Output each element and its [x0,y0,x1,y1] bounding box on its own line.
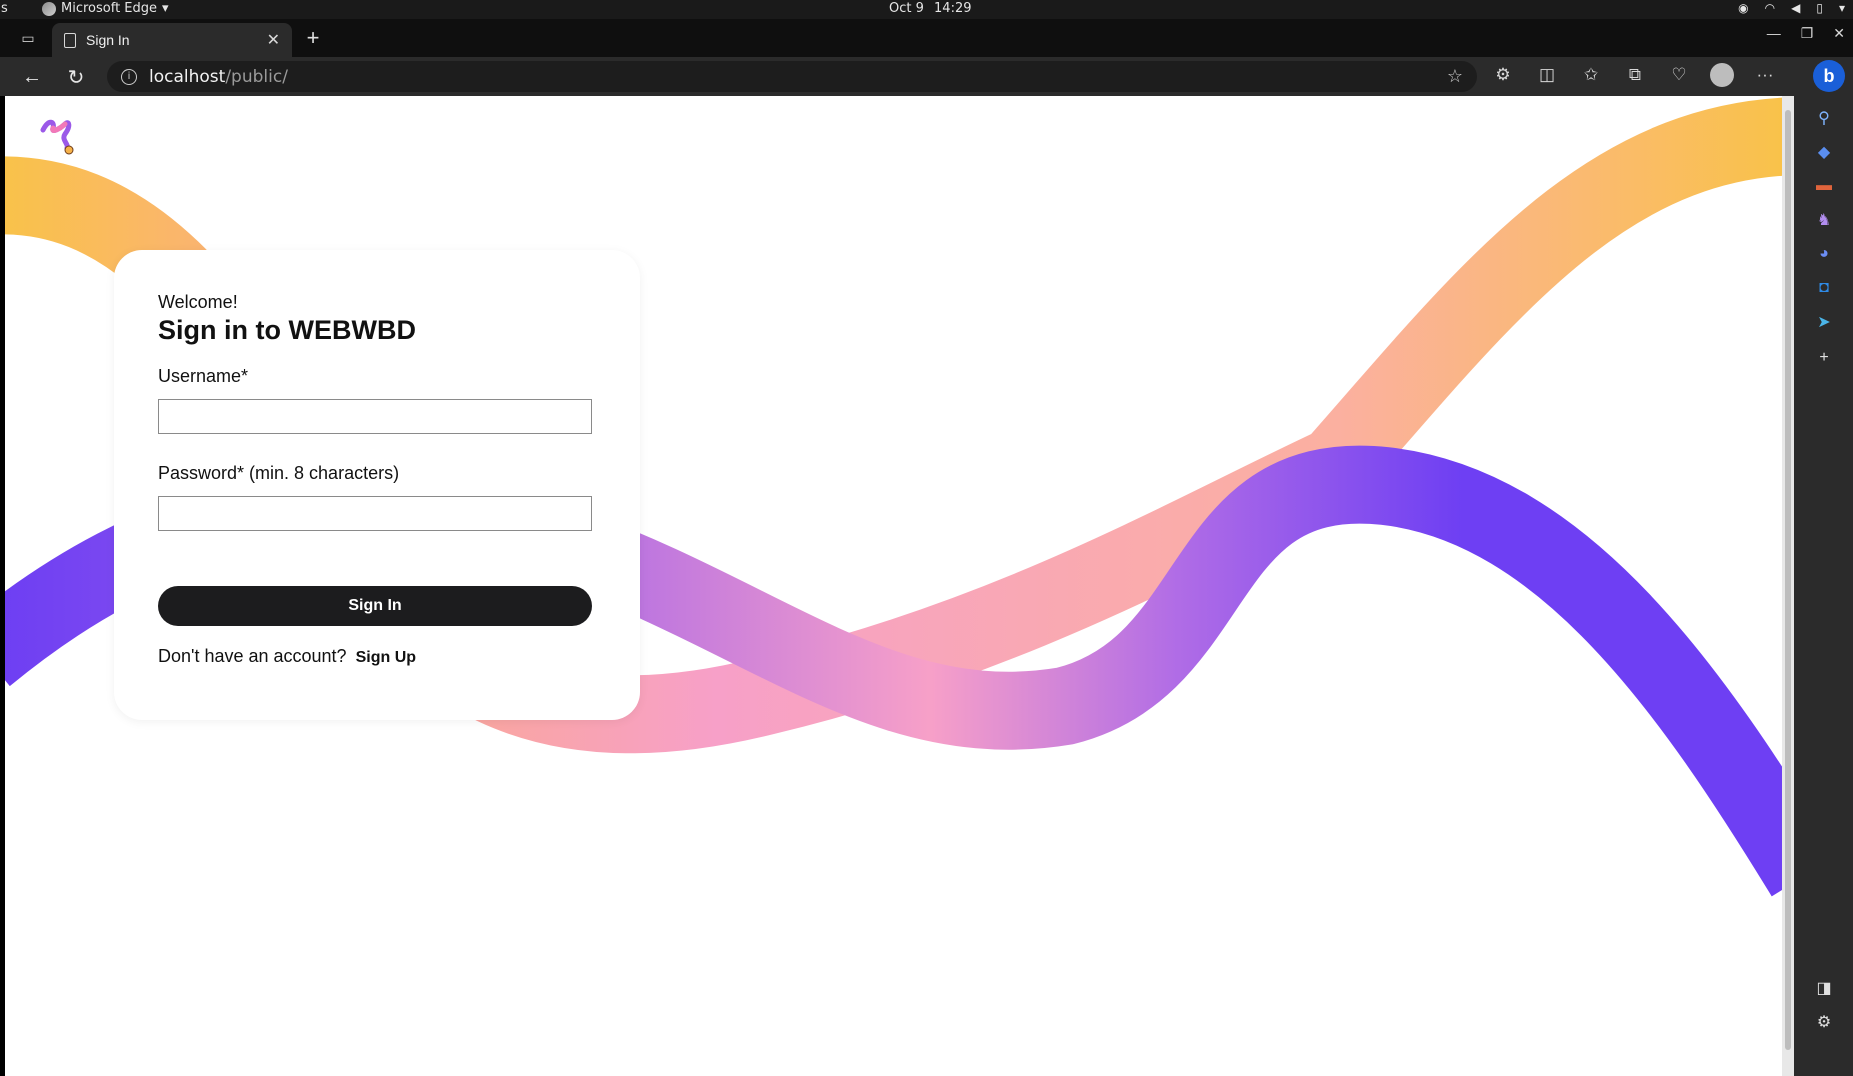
chess-icon[interactable]: ♞ [1812,208,1836,232]
sign-in-card: Welcome! Sign in to WEBWBD Username* Pas… [114,250,640,720]
collections-icon[interactable]: ⧉ [1622,65,1648,85]
wifi-icon: ◠ [1764,1,1776,15]
profile-icon[interactable] [1710,63,1734,87]
chevron-down-icon: ▾ [1838,1,1845,15]
info-icon[interactable]: i [121,68,137,85]
split-screen-icon[interactable]: ◫ [1534,65,1560,85]
password-input[interactable] [158,496,592,531]
url-path: /public/ [225,66,288,87]
welcome-text: Welcome! [158,292,238,312]
page-viewport: Welcome! Sign in to WEBWBD Username* Pas… [5,96,1782,1076]
scrollbar-thumb[interactable] [1785,110,1791,1050]
sign-up-link[interactable]: Sign Up [356,649,416,666]
signup-prompt: Don't have an account? Sign Up [158,646,596,667]
app-logo-icon[interactable] [39,116,81,158]
page-title: Sign in to WEBWBD [158,315,416,345]
url-host: localhost [149,66,226,87]
app-menu[interactable]: Microsoft Edge ▾ [42,1,169,16]
extensions-icon[interactable]: ⚙ [1490,65,1516,85]
browser-toolbar: ← ↻ i localhost/public/ ☆ ⚙ ◫ ✩ ⧉ ♡ ··· … [0,57,1853,96]
app-name: Microsoft Edge [61,1,158,16]
split-icon[interactable]: ◨ [1812,976,1836,1000]
more-icon[interactable]: ··· [1752,65,1778,85]
close-icon[interactable]: ✕ [267,30,280,50]
send-icon[interactable]: ➤ [1812,310,1836,334]
performance-icon[interactable]: ♡ [1666,65,1692,85]
star-icon[interactable]: ☆ [1447,66,1463,87]
system-tray[interactable]: ◉ ◠ ◀ ▯ ▾ [1738,1,1845,15]
address-bar[interactable]: i localhost/public/ ☆ [107,61,1477,92]
edge-app-icon [42,1,56,16]
toolbar-icons: ⚙ ◫ ✩ ⧉ ♡ ··· [1490,63,1778,87]
battery-icon: ▯ [1816,1,1823,15]
time-text: 14:29 [934,1,972,16]
date-text: Oct 9 [889,1,924,16]
restore-icon[interactable]: ❐ [1801,25,1814,42]
os-top-bar: s Microsoft Edge ▾ Oct 9 14:29 ◉ ◠ ◀ ▯ ▾ [0,0,1853,19]
back-icon[interactable]: ← [18,63,46,91]
edge-sidebar: ⚲ ◆ ▬ ♞ ◕ ◘ ➤ + ◨ ⚙ [1794,96,1853,1076]
discord-icon[interactable]: ◉ [1738,1,1748,15]
search-icon[interactable]: ⚲ [1812,106,1836,130]
username-input[interactable] [158,399,592,434]
toolbox-icon[interactable]: ▬ [1812,174,1836,198]
chevron-down-icon: ▾ [162,1,169,16]
refresh-icon[interactable]: ↻ [62,63,90,91]
username-label: Username* [158,366,249,386]
url-text: localhost/public/ [149,67,288,87]
tab-title: Sign In [86,32,130,48]
no-account-text: Don't have an account? [158,646,347,666]
tab-sign-in[interactable]: Sign In ✕ [52,23,292,57]
tab-bar: ▭ Sign In ✕ + — ❐ ✕ [0,19,1853,57]
copilot-icon[interactable]: ◕ [1812,242,1836,266]
page-icon [64,32,76,48]
minimize-icon[interactable]: — [1767,25,1781,42]
tab-actions-icon[interactable]: ▭ [17,27,39,49]
tag-icon[interactable]: ◆ [1812,140,1836,164]
activities-label[interactable]: s [1,1,8,16]
page-scrollbar[interactable] [1782,96,1794,1076]
clock[interactable]: Oct 9 14:29 [889,1,972,16]
volume-icon: ◀ [1791,1,1801,15]
password-label: Password* (min. 8 characters) [158,463,400,483]
close-window-icon[interactable]: ✕ [1833,25,1845,42]
copilot-icon[interactable]: b [1813,60,1845,92]
favorites-icon[interactable]: ✩ [1578,65,1604,85]
window-controls: — ❐ ✕ [1767,25,1845,42]
settings-icon[interactable]: ⚙ [1812,1010,1836,1034]
new-tab-icon[interactable]: + [300,25,326,51]
outlook-icon[interactable]: ◘ [1812,276,1836,300]
add-icon[interactable]: + [1812,346,1836,370]
sign-in-button[interactable]: Sign In [158,586,592,626]
